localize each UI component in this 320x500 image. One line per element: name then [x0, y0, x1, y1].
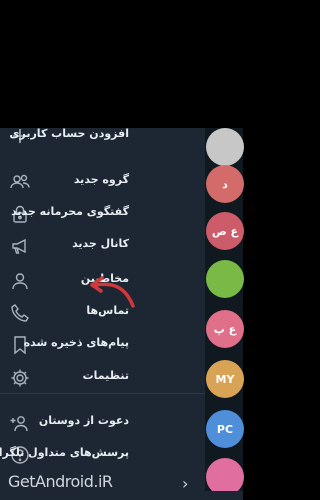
menu-item-label: پرسش‌های متداول تلگرام	[0, 446, 129, 459]
add-person-icon	[9, 412, 31, 434]
status-area	[0, 0, 243, 128]
chat-avatar-7[interactable]: PC	[206, 410, 244, 448]
menu-item-settings[interactable]: تنظیمات	[0, 360, 205, 394]
navigation-bar	[0, 491, 243, 500]
menu-item-new-secret-chat[interactable]: گفتگوی محرمانه جدید	[0, 196, 205, 230]
megaphone-icon	[9, 235, 31, 257]
person-icon	[9, 270, 31, 292]
menu-item-label: تنظیمات	[82, 369, 129, 382]
people-icon	[9, 171, 31, 193]
menu-item-label: گفتگوی محرمانه جدید	[11, 205, 129, 218]
chat-avatar-3[interactable]: ع ص	[206, 212, 244, 250]
chat-avatar-6[interactable]: MY	[206, 360, 244, 398]
phone-icon	[9, 302, 31, 324]
menu-item-add-account[interactable]: افزودن حساب کاربری	[0, 118, 205, 152]
annotation-arrow	[90, 276, 135, 308]
menu-item-invite-friends[interactable]: دعوت از دوستان	[0, 405, 205, 439]
menu-item-new-channel[interactable]: کانال جدید	[0, 228, 205, 262]
chevron-right-icon[interactable]: ›	[182, 474, 188, 493]
menu-item-label: گروه جدید	[73, 173, 129, 186]
menu-item-telegram-faq[interactable]: پرسش‌های متداول تلگرام	[0, 437, 205, 471]
menu-item-saved-messages[interactable]: پیام‌های ذخیره شده	[0, 327, 205, 361]
navigation-drawer: افزودن حساب کاربری گروه جدید گفتگوی محرم…	[0, 127, 205, 500]
chat-avatar-4[interactable]	[206, 260, 244, 298]
menu-item-label: کانال جدید	[72, 237, 129, 250]
menu-item-label: دعوت از دوستان	[38, 414, 129, 427]
gear-icon	[9, 367, 31, 389]
menu-divider	[0, 393, 205, 394]
menu-item-new-group[interactable]: گروه جدید	[0, 164, 205, 198]
chat-avatar-5[interactable]: ع پ	[206, 310, 244, 348]
chat-avatar-2[interactable]: د	[206, 165, 244, 203]
chat-avatar-1[interactable]	[206, 128, 244, 166]
watermark-text: GetAndroid.iR	[8, 472, 113, 491]
menu-item-label: افزودن حساب کاربری	[9, 127, 129, 140]
menu-item-label: پیام‌های ذخیره شده	[23, 336, 129, 349]
